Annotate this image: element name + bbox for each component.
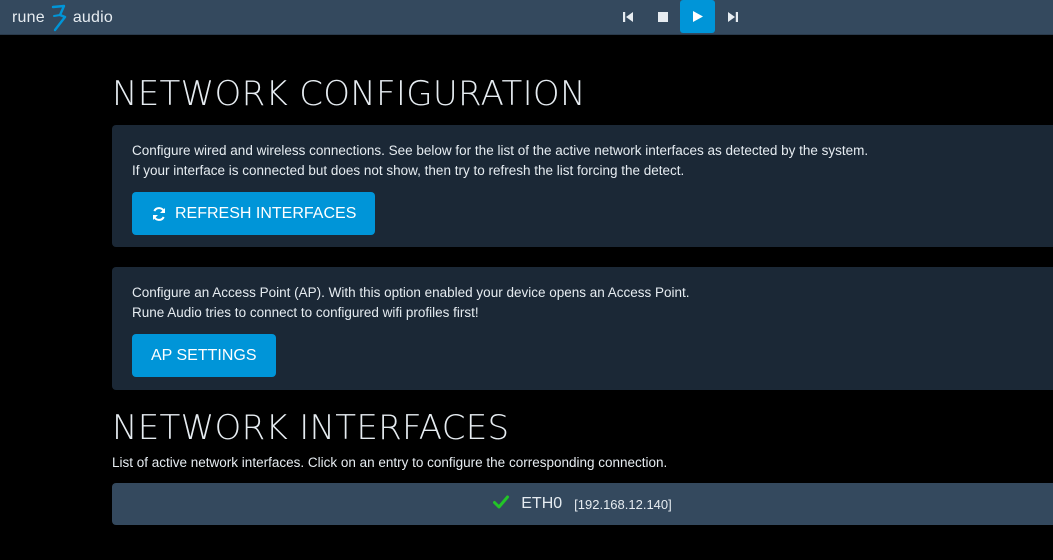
interfaces-title: NETWORK INTERFACES <box>112 408 510 448</box>
check-icon <box>493 495 510 514</box>
ap-text-line-2: Rune Audio tries to connect to configure… <box>132 305 479 320</box>
refresh-icon <box>151 206 167 222</box>
playback-controls <box>610 0 750 33</box>
previous-button[interactable] <box>610 0 645 33</box>
access-point-panel: Configure an Access Point (AP). With thi… <box>112 267 1053 390</box>
ap-settings-label: AP SETTINGS <box>151 346 257 364</box>
rune-logo-icon <box>49 3 69 33</box>
stop-icon <box>657 11 669 23</box>
refresh-interfaces-label: REFRESH INTERFACES <box>175 204 357 222</box>
logo-text-rune: rune <box>12 8 45 26</box>
interface-name: ETH0 <box>521 495 563 512</box>
app-logo[interactable]: rune audio <box>12 0 113 35</box>
network-config-panel: Configure wired and wireless connections… <box>112 125 1053 247</box>
ap-settings-button[interactable]: AP SETTINGS <box>132 334 276 377</box>
skip-previous-icon <box>622 11 634 23</box>
ap-text-line-1: Configure an Access Point (AP). With thi… <box>132 285 690 300</box>
panel-text-line-1: Configure wired and wireless connections… <box>132 143 869 158</box>
top-bar: rune audio <box>0 0 1053 35</box>
interface-ip: [192.168.12.140] <box>574 496 672 512</box>
interfaces-hint: List of active network interfaces. Click… <box>112 455 668 470</box>
next-button[interactable] <box>715 0 750 33</box>
page-title: NETWORK CONFIGURATION <box>112 74 586 114</box>
play-icon <box>691 10 704 23</box>
interface-row-eth0[interactable]: ETH0 [192.168.12.140] <box>112 483 1053 525</box>
stop-button[interactable] <box>645 0 680 33</box>
skip-next-icon <box>727 11 739 23</box>
panel-text-line-2: If your interface is connected but does … <box>132 163 685 178</box>
refresh-interfaces-button[interactable]: REFRESH INTERFACES <box>132 192 376 235</box>
play-button[interactable] <box>680 0 715 33</box>
logo-text-audio: audio <box>72 8 113 26</box>
